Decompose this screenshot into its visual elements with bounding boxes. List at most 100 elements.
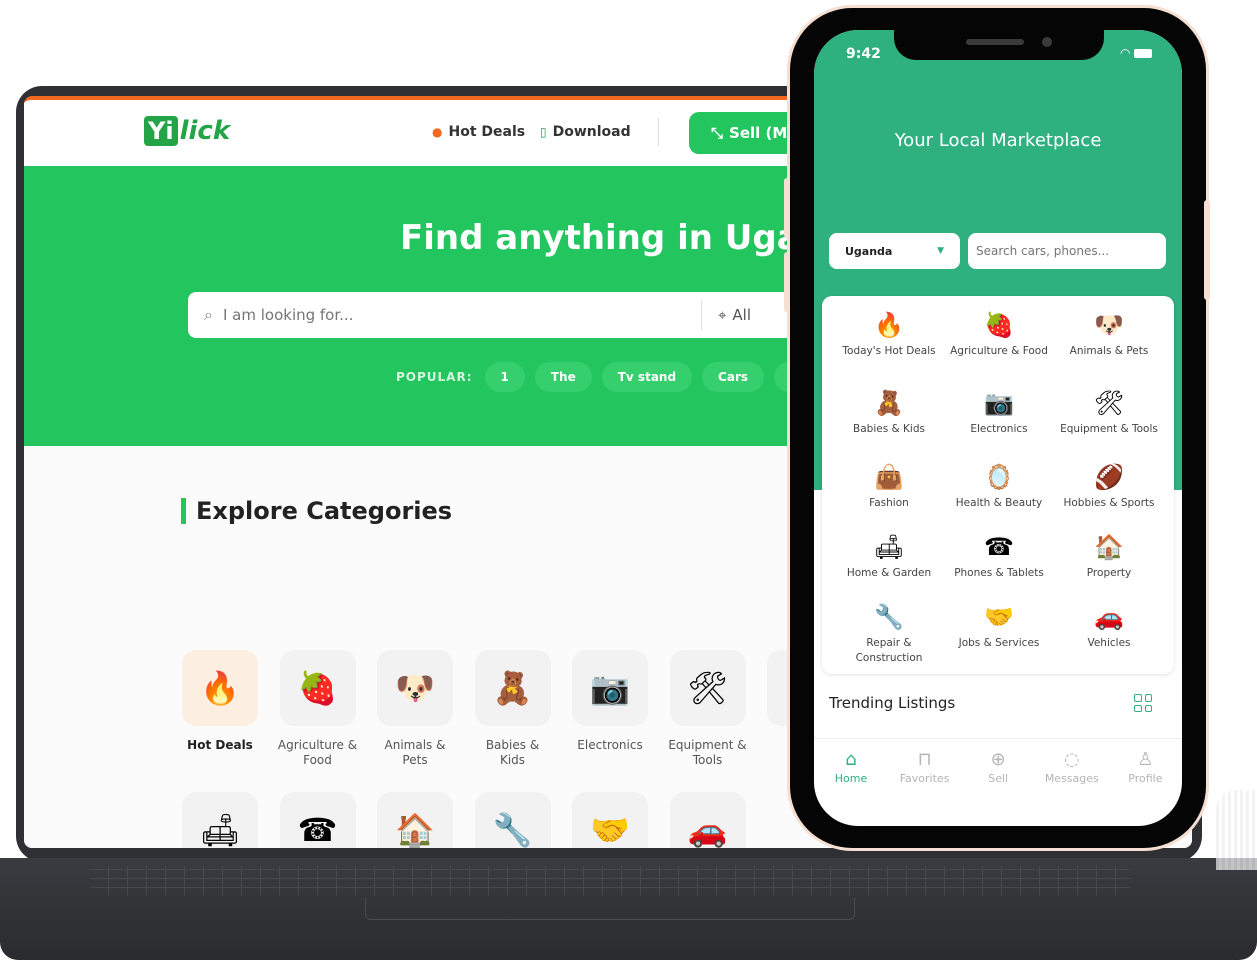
tab-favorites[interactable]: ⊓ Favorites: [888, 748, 962, 785]
category-label: Equipment & Tools: [668, 738, 747, 767]
category-item[interactable]: 🍓 Agriculture & Food: [944, 310, 1054, 359]
category-item[interactable]: 🛋 Home & Garden: [834, 532, 944, 581]
category-item[interactable]: 🪞 Health & Beauty: [944, 462, 1054, 511]
category-label: Electronics: [577, 738, 643, 752]
popular-chip[interactable]: 1: [484, 362, 525, 392]
nav-download[interactable]: ▯ Download: [540, 124, 631, 140]
mobile-icon: ▯: [540, 125, 547, 139]
tab-label: Favorites: [899, 772, 950, 785]
app-search-input[interactable]: [968, 233, 1166, 269]
category-item[interactable]: 🏈 Hobbies & Sports: [1054, 462, 1164, 511]
tools-icon: 🛠: [669, 650, 746, 726]
status-time: 9:42: [846, 46, 881, 62]
category-label: Fashion: [869, 497, 909, 509]
camera-icon: 📷: [572, 650, 648, 726]
phone-volume-button: [784, 252, 790, 312]
popular-searches: POPULAR: 1 The Tv stand Cars Sh: [396, 362, 824, 392]
category-label: Phones & Tablets: [954, 567, 1044, 579]
tab-messages[interactable]: ◌ Messages: [1035, 748, 1109, 785]
category-item[interactable]: 🚗 Vehicles: [1054, 602, 1164, 651]
popular-chip[interactable]: Tv stand: [601, 362, 693, 392]
category-tile[interactable]: 🔧Repair & Construction: [473, 792, 553, 848]
strawberry-icon: 🍓: [984, 311, 1014, 339]
category-tile[interactable]: ☎Phones & Tablets: [278, 792, 358, 848]
tab-label: Home: [834, 772, 868, 785]
nav-hot-deals[interactable]: ● Hot Deals: [432, 124, 525, 140]
chat-icon: ◌: [1063, 749, 1080, 770]
grid-view-icon[interactable]: [1134, 694, 1152, 712]
category-label: Property: [1086, 567, 1132, 579]
plus-circle-icon: ⊕: [990, 749, 1006, 770]
category-label: Agriculture & Food: [277, 738, 358, 767]
bookmark-icon: ⊓: [917, 749, 932, 770]
tab-sell[interactable]: ⊕ Sell: [961, 748, 1035, 785]
explore-categories-title: Explore Categories: [181, 498, 452, 524]
tools-icon: 🛠: [1093, 389, 1125, 417]
search-input[interactable]: [222, 306, 693, 324]
strawberry-icon: 🍓: [279, 650, 356, 726]
category-tile[interactable]: 🐶 Animals & Pets: [375, 650, 455, 768]
category-tile[interactable]: 🛋Home & Garden: [180, 792, 260, 848]
phone-screen: 9:42 ◠ Your Local Marketplace Uganda ▼ 🔥…: [814, 30, 1182, 826]
category-grid-card: 🔥 Today's Hot Deals 🍓 Agriculture & Food 🐶 An…: [822, 296, 1174, 674]
category-label: Home & Garden: [846, 567, 932, 579]
category-item[interactable]: 📷 Electronics: [944, 388, 1054, 437]
category-item[interactable]: 👜 Fashion: [834, 462, 944, 511]
yilick-logo[interactable]: Yi lick: [144, 116, 230, 146]
category-tile[interactable]: 🔥 Hot Deals: [180, 650, 260, 753]
category-tile[interactable]: 🍓 Agriculture & Food: [278, 650, 358, 768]
nav-download-label: Download: [552, 124, 631, 140]
tab-label: Sell: [988, 772, 1009, 785]
dog-icon: 🐶: [377, 650, 453, 726]
fire-icon: 🔥: [874, 311, 904, 339]
category-label: Hobbies & Sports: [1063, 497, 1155, 509]
nav-hot-deals-label: Hot Deals: [448, 124, 526, 140]
popular-chip[interactable]: Cars: [702, 362, 765, 392]
category-tile[interactable]: 🏠Property: [375, 792, 455, 848]
category-tile[interactable]: 🛠 Equipment & Tools: [668, 650, 748, 768]
category-label: Repair & Construction: [855, 637, 923, 664]
popular-chip[interactable]: The: [534, 362, 592, 392]
category-label: Jobs & Services: [958, 637, 1040, 649]
category-item[interactable]: 🔥 Today's Hot Deals: [834, 310, 944, 359]
football-icon: 🏈: [1094, 463, 1124, 491]
sell-button-label: Sell (M: [729, 124, 788, 142]
category-tile[interactable]: 🤝Jobs & Services: [570, 792, 650, 848]
category-item[interactable]: ☎ Phones & Tablets: [944, 532, 1054, 581]
camera-icon: 📷: [984, 389, 1014, 417]
category-label: Babies & Kids: [485, 738, 540, 767]
category-item[interactable]: 🛠 Equipment & Tools: [1054, 388, 1164, 437]
country-select[interactable]: Uganda ▼: [829, 233, 960, 269]
category-item[interactable]: 🐶 Animals & Pets: [1054, 310, 1164, 359]
category-tile[interactable]: 📷 Electronics: [570, 650, 650, 753]
location-select[interactable]: ⌖ All: [718, 306, 751, 324]
category-tile[interactable]: 🚗Vehicles: [668, 792, 748, 848]
mirror-icon: 🪞: [984, 463, 1014, 491]
nav-divider: [658, 118, 659, 146]
category-item[interactable]: 🧸 Babies & Kids: [834, 388, 944, 437]
tab-profile[interactable]: ♙ Profile: [1108, 748, 1182, 785]
car-icon: 🚗: [669, 792, 746, 848]
tab-home[interactable]: ⌂ Home: [814, 748, 888, 785]
category-label: Vehicles: [1087, 637, 1131, 649]
category-label: Electronics: [970, 423, 1028, 435]
category-item[interactable]: 🔧 Repair & Construction: [834, 602, 944, 666]
category-item[interactable]: 🏠 Property: [1054, 532, 1164, 581]
speaker-grille: [966, 39, 1024, 45]
category-label: Babies & Kids: [853, 423, 925, 435]
phone-side-button: [1204, 200, 1210, 300]
phone-icon: ☎: [984, 533, 1014, 561]
search-icon: ⌕: [204, 305, 213, 324]
search-bar: ⌕ ⌖ All: [188, 292, 828, 338]
tab-label: Messages: [1044, 772, 1099, 785]
trending-listings-title: Trending Listings: [829, 694, 956, 712]
phone-icon: ☎: [279, 792, 356, 848]
house-icon: 🏠: [377, 792, 453, 848]
category-label: Animals & Pets: [1069, 345, 1149, 357]
dog-icon: 🐶: [1094, 311, 1124, 339]
category-item[interactable]: 🤝 Jobs & Services: [944, 602, 1054, 651]
trackpad: [365, 898, 855, 920]
location-label: All: [732, 306, 752, 324]
category-tile[interactable]: 🧸 Babies & Kids: [473, 650, 553, 768]
front-camera: [1042, 37, 1052, 47]
